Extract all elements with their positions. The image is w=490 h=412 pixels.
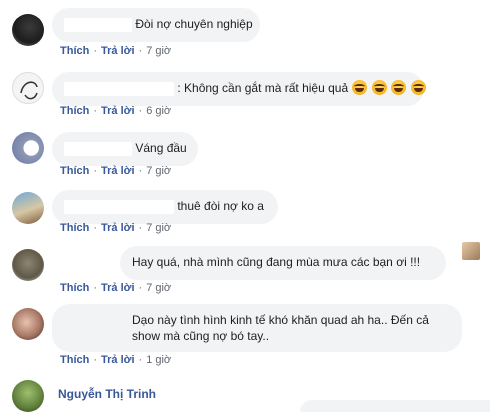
comment-actions: Thích · Trả lời · 7 giờ — [60, 282, 172, 294]
comment-text: thuê đòi nợ ko a — [177, 199, 264, 213]
comment-actions: Thích · Trả lời · 7 giờ — [60, 165, 172, 177]
laughing-emoji-icon — [352, 80, 368, 95]
redacted-name — [64, 17, 132, 32]
comment-text: Hay quá, nhà mình cũng đang mùa mưa các … — [132, 255, 421, 269]
comment-actions: Thích · Trả lời · 7 giờ — [60, 222, 172, 234]
avatar[interactable] — [12, 249, 44, 281]
comment-bubble: Hay quá, nhà mình cũng đang mùa mưa các … — [120, 246, 446, 280]
reply-link[interactable]: Trả lời — [101, 165, 135, 177]
comment-bubble: : Không cần gắt mà rất hiệu quả — [52, 72, 426, 106]
laughing-emoji-icon — [410, 80, 426, 95]
comment-bubble: thuê đòi nợ ko a — [52, 190, 278, 224]
laughing-emoji-icon — [371, 80, 387, 95]
timestamp[interactable]: 7 giờ — [146, 282, 171, 294]
timestamp[interactable]: 1 giờ — [146, 354, 171, 366]
like-link[interactable]: Thích — [60, 45, 89, 57]
laughing-emoji-icon — [391, 80, 407, 95]
avatar[interactable] — [12, 72, 44, 104]
reply-link[interactable]: Trả lời — [101, 45, 135, 57]
timestamp[interactable]: 7 giờ — [146, 222, 171, 234]
avatar[interactable] — [12, 132, 44, 164]
reaction-thumbnail[interactable] — [462, 242, 480, 260]
reply-link[interactable]: Trả lời — [101, 282, 135, 294]
like-link[interactable]: Thích — [60, 282, 89, 294]
redacted-name — [64, 141, 132, 156]
redacted-name — [64, 199, 174, 214]
like-link[interactable]: Thích — [60, 354, 89, 366]
reply-link[interactable]: Trả lời — [101, 222, 135, 234]
comment-bubble: Váng đầu — [52, 132, 198, 166]
reply-link[interactable]: Trả lời — [101, 354, 135, 366]
reply-link[interactable]: Trả lời — [101, 105, 135, 117]
redacted-name — [64, 81, 174, 96]
timestamp[interactable]: 7 giờ — [146, 165, 171, 177]
like-link[interactable]: Thích — [60, 222, 89, 234]
next-comment-bubble-edge — [300, 400, 490, 412]
comment-actions: Thích · Trả lời · 7 giờ — [60, 45, 172, 57]
avatar[interactable] — [12, 308, 44, 340]
commenter-name[interactable]: Nguyễn Thị Trinh — [58, 387, 156, 401]
comment-actions: Thích · Trả lời · 1 giờ — [60, 354, 172, 366]
comment-text: Đòi nợ chuyên nghiệp — [135, 17, 253, 31]
avatar[interactable] — [12, 380, 44, 412]
comment-actions: Thích · Trả lời · 6 giờ — [60, 105, 172, 117]
avatar[interactable] — [12, 192, 44, 224]
comment-bubble: Đòi nợ chuyên nghiệp — [52, 8, 260, 42]
comment-text: Dạo này tình hình kinh tế khó khăn quad … — [132, 313, 429, 343]
like-link[interactable]: Thích — [60, 105, 89, 117]
like-link[interactable]: Thích — [60, 165, 89, 177]
timestamp[interactable]: 6 giờ — [146, 105, 171, 117]
timestamp[interactable]: 7 giờ — [146, 45, 171, 57]
comment-text: Váng đầu — [135, 141, 187, 155]
avatar[interactable] — [12, 14, 44, 46]
comment-text: : Không cần gắt mà rất hiệu quả — [177, 81, 349, 95]
sketch-avatar-icon — [20, 81, 38, 100]
comment-bubble: Dạo này tình hình kinh tế khó khăn quad … — [52, 304, 462, 352]
